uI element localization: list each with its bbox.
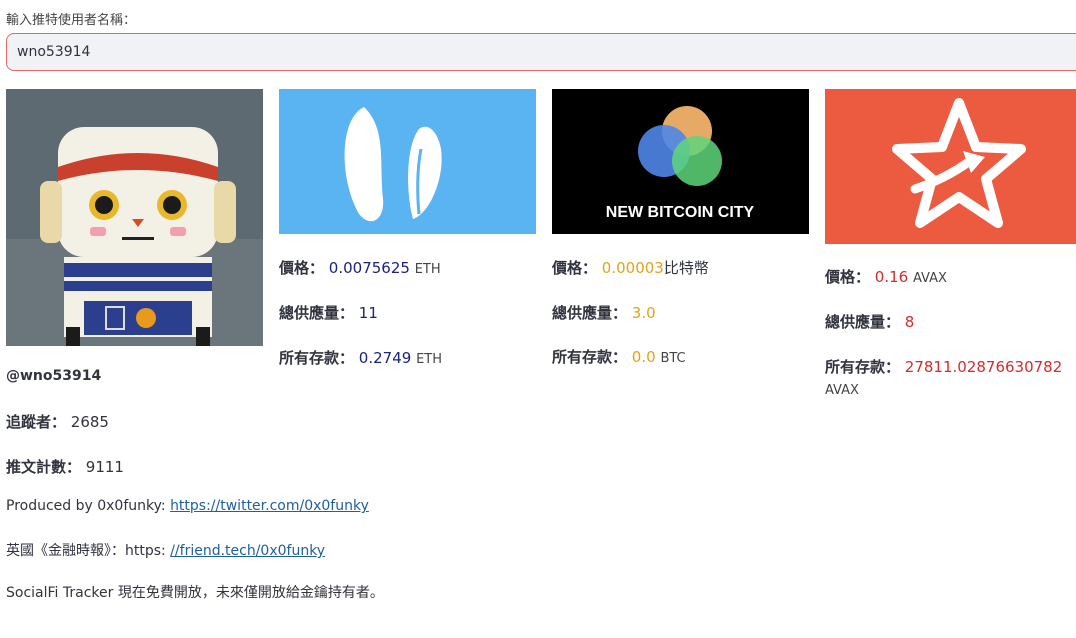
token-1-supply-label: 總供應量： (279, 304, 355, 322)
profile-avatar (6, 89, 263, 346)
token-1-price-unit: ETH (414, 262, 441, 277)
username-input[interactable] (7, 34, 1076, 70)
token-1-supply: 總供應量： 11 (279, 302, 378, 323)
search-label: 輸入推特使用者名稱： (6, 13, 137, 28)
token-1-supply-value: 11 (358, 304, 378, 322)
friend-tech-line: 英國《金融時報》：https: //friend.tech/0x0funky (6, 540, 325, 560)
token-3-deposit: 所有存款： 27811.02876630782 (825, 356, 1062, 377)
friend-tech-prefix: 英國《金融時報》：https: (6, 543, 171, 559)
token-3-deposit-value: 27811.02876630782 (904, 358, 1063, 376)
tweets-stat: 推文計數： 9111 (6, 456, 124, 477)
token-3-supply-value: 8 (904, 313, 915, 331)
followers-stat: 追蹤者： 2685 (6, 411, 109, 432)
token-1-deposit-label: 所有存款： (279, 349, 355, 367)
twitter-link[interactable]: https://twitter.com/0x0funky (170, 498, 369, 514)
notice-text: SocialFi Tracker 現在免費開放，未來僅開放給金鑰持有者。 (6, 585, 384, 601)
tweets-value: 9111 (85, 458, 124, 476)
tweets-label: 推文計數： (6, 458, 82, 476)
token-2-supply-value: 3.0 (631, 304, 656, 322)
token-3-deposit-label: 所有存款： (825, 358, 901, 376)
token-2-deposit-value: 0.0 (631, 348, 656, 366)
token-3-supply-label: 總供應量： (825, 313, 901, 331)
token-1-price: 價格： 0.0075625 ETH (279, 257, 441, 278)
token-2-price: 價格： 0.00003比特幣 (552, 257, 709, 278)
token-3-price-label: 價格： (825, 268, 871, 286)
token-2-logo-text: NEW BITCOIN CITY (606, 204, 755, 221)
token-2-supply-label: 總供應量： (552, 304, 628, 322)
token-1-deposit-unit: ETH (416, 352, 443, 367)
token-1-logo (279, 89, 536, 234)
followers-value: 2685 (70, 413, 109, 431)
token-2-price-label: 價格： (552, 259, 598, 277)
search-input-wrapper[interactable] (6, 33, 1076, 71)
token-2-supply: 總供應量： 3.0 (552, 302, 656, 323)
produced-by-prefix: Produced by 0x0funky: (6, 498, 171, 514)
token-2-deposit-unit: BTC (660, 351, 686, 366)
token-3-price-unit: AVAX (912, 271, 947, 286)
token-1-deposit: 所有存款： 0.2749 ETH (279, 347, 442, 368)
token-2-logo: NEW BITCOIN CITY (552, 89, 809, 234)
token-1-deposit-value: 0.2749 (358, 349, 412, 367)
produced-by-line: Produced by 0x0funky: https://twitter.co… (6, 498, 369, 514)
token-2-price-value: 0.00003 (601, 259, 664, 277)
token-2-price-unit: 比特幣 (663, 259, 709, 277)
token-3-deposit-unit: AVAX (825, 383, 859, 398)
user-handle: @wno53914 (6, 368, 102, 384)
token-2-deposit: 所有存款： 0.0 BTC (552, 346, 686, 367)
token-1-price-value: 0.0075625 (328, 259, 410, 277)
friend-tech-link[interactable]: //friend.tech/0x0funky (170, 543, 325, 559)
token-3-price-value: 0.16 (874, 268, 909, 286)
token-3-price: 價格： 0.16 AVAX (825, 266, 947, 287)
token-3-logo (825, 89, 1076, 244)
token-2-deposit-label: 所有存款： (552, 348, 628, 366)
token-3-supply: 總供應量： 8 (825, 311, 914, 332)
token-1-price-label: 價格： (279, 259, 325, 277)
followers-label: 追蹤者： (6, 413, 67, 431)
